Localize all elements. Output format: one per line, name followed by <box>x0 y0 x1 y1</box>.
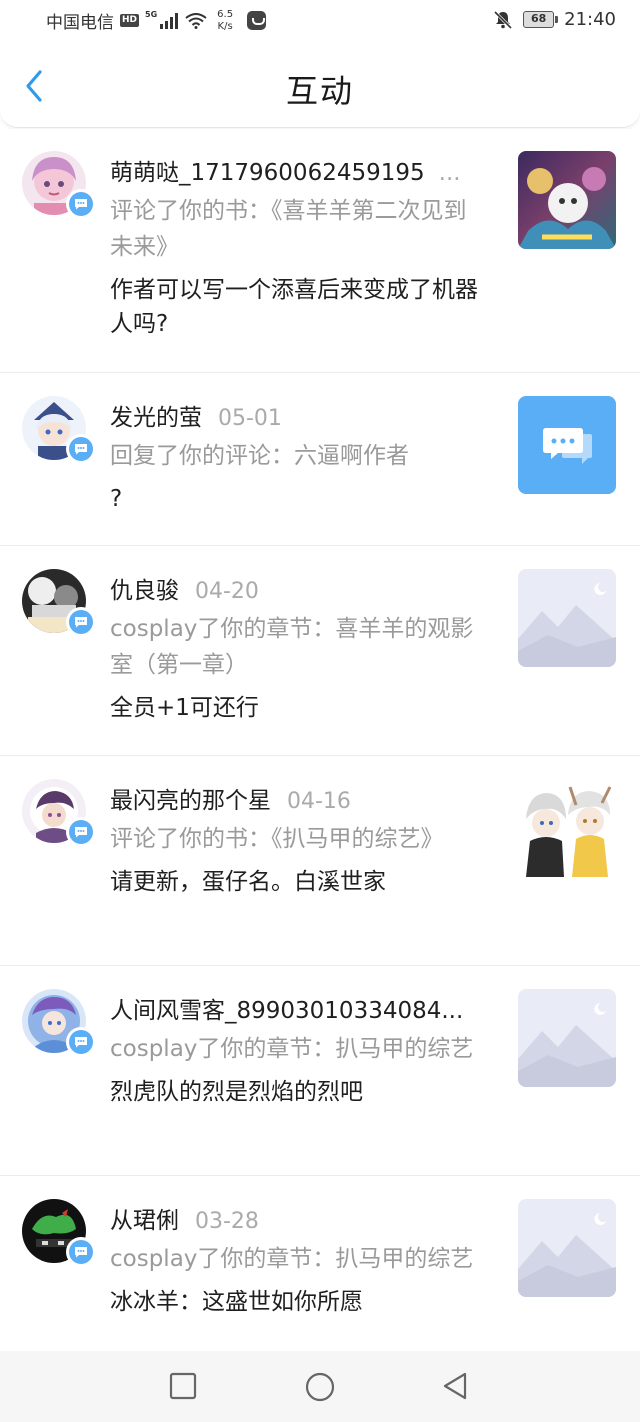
comment-icon <box>75 1037 87 1048</box>
comment-text: 请更新，蛋仔名。白溪世家 <box>110 869 386 895</box>
system-nav-bar <box>0 1351 640 1422</box>
avatar-container[interactable] <box>22 396 96 464</box>
square-icon <box>169 1372 197 1400</box>
comment-icon <box>75 1247 87 1258</box>
message-badge-dot <box>69 1030 93 1054</box>
item-content[interactable]: 发光的萤 05-01 回复了你的评论：六逼啊作者 ? <box>110 398 480 516</box>
status-right: 68 21:40 <box>493 9 616 30</box>
triangle-back-icon <box>443 1372 467 1400</box>
placeholder-mountain-image[interactable] <box>518 989 616 1087</box>
name-line: 最闪亮的那个星 04-16 <box>110 781 480 815</box>
anime-characters-image[interactable] <box>518 779 616 877</box>
action-text: 评论了你的书：《喜羊羊第二次见到未来》 <box>110 198 467 260</box>
message-badge <box>66 189 96 219</box>
list-item[interactable]: 人间风雪客_89903010334084... cosplay了你的章节：扒马甲… <box>0 967 640 1176</box>
message-badge-dot <box>69 437 93 461</box>
page-title: 互动 <box>285 72 354 110</box>
user-name[interactable]: 最闪亮的那个星 <box>110 781 271 815</box>
hd-badge: HD <box>120 14 140 27</box>
message-badge-dot <box>69 192 93 216</box>
avatar-container[interactable] <box>22 151 96 219</box>
comment-text: 作者可以写一个添喜后来变成了机器人吗? <box>110 277 478 337</box>
comment-icon <box>75 617 87 628</box>
message-badge <box>66 607 96 637</box>
system-back-button[interactable] <box>440 1371 470 1401</box>
user-name[interactable]: 萌萌哒_1717960062459195 <box>110 153 425 187</box>
name-line: 萌萌哒_1717960062459195 ... <box>110 153 480 187</box>
network-type: 5G <box>145 10 158 19</box>
speed-value: 6.5 <box>217 8 234 20</box>
network-speed: 6.5 K/s <box>217 9 233 33</box>
name-line: 仇良骏 04-20 <box>110 571 480 605</box>
message-badge <box>66 1027 96 1057</box>
comment-text: ? <box>110 486 123 512</box>
placeholder-mountain-image[interactable] <box>518 569 616 667</box>
action-text: 评论了你的书：《扒马甲的综艺》 <box>110 826 444 852</box>
page-header: 互动 <box>0 44 640 128</box>
list-item[interactable]: 发光的萤 05-01 回复了你的评论：六逼啊作者 ? <box>0 374 640 546</box>
action-text: cosplay了你的章节：扒马甲的综艺 <box>110 1036 474 1062</box>
item-content[interactable]: 萌萌哒_1717960062459195 ... 评论了你的书：《喜羊羊第二次见… <box>110 153 480 341</box>
name-line: 从珺俐 03-28 <box>110 1201 480 1235</box>
action-text: cosplay了你的章节：喜羊羊的观影室（第一章） <box>110 616 474 678</box>
message-badge-dot <box>69 1240 93 1264</box>
message-badge-dot <box>69 820 93 844</box>
carrier-name: 中国电信 <box>46 13 114 33</box>
user-name[interactable]: 仇良骏 <box>110 571 179 605</box>
item-content[interactable]: 人间风雪客_89903010334084... cosplay了你的章节：扒马甲… <box>110 991 480 1109</box>
book-cover-image[interactable] <box>518 151 616 249</box>
name-line: 人间风雪客_89903010334084... <box>110 991 480 1025</box>
interaction-list[interactable]: 萌萌哒_1717960062459195 ... 评论了你的书：《喜羊羊第二次见… <box>0 129 640 1351</box>
action-text: 回复了你的评论：六逼啊作者 <box>110 443 409 469</box>
message-badge <box>66 817 96 847</box>
status-bar: 中国电信 HD 5G 6.5 K/s 68 21:40 <box>0 0 640 44</box>
circle-icon <box>305 1372 335 1402</box>
date: 03-28 <box>195 1209 259 1234</box>
message-badge <box>66 1237 96 1267</box>
signal-icon <box>160 12 179 29</box>
avatar-container[interactable] <box>22 569 96 637</box>
clock: 21:40 <box>564 9 616 30</box>
date: 04-16 <box>287 789 351 814</box>
bell-muted-icon <box>494 10 513 29</box>
date: 04-20 <box>195 579 259 604</box>
battery-indicator: 68 <box>523 11 559 28</box>
comment-icon <box>75 199 87 210</box>
comment-text: 全员+1可还行 <box>110 695 259 721</box>
list-item[interactable]: 最闪亮的那个星 04-16 评论了你的书：《扒马甲的综艺》 请更新，蛋仔名。白溪… <box>0 757 640 966</box>
wifi-icon <box>185 12 207 29</box>
user-name[interactable]: 发光的萤 <box>110 398 202 432</box>
message-badge <box>66 434 96 464</box>
list-item[interactable]: 萌萌哒_1717960062459195 ... 评论了你的书：《喜羊羊第二次见… <box>0 129 640 373</box>
chat-bubble-icon <box>543 428 592 464</box>
user-name[interactable]: 从珺俐 <box>110 1201 179 1235</box>
overflow-ellipsis: ... <box>438 160 461 186</box>
name-line: 发光的萤 05-01 <box>110 398 480 432</box>
action-text: cosplay了你的章节：扒马甲的综艺 <box>110 1246 474 1272</box>
recents-button[interactable] <box>168 1371 198 1401</box>
home-button[interactable] <box>304 1371 335 1402</box>
user-name[interactable]: 人间风雪客_89903010334084... <box>110 991 463 1025</box>
comment-icon <box>75 827 87 838</box>
list-item[interactable]: 从珺俐 03-28 cosplay了你的章节：扒马甲的综艺 冰冰羊：这盛世如你所… <box>0 1177 640 1351</box>
item-content[interactable]: 最闪亮的那个星 04-16 评论了你的书：《扒马甲的综艺》 请更新，蛋仔名。白溪… <box>110 781 480 899</box>
status-left: 中国电信 HD 5G 6.5 K/s <box>46 8 267 33</box>
speed-unit: K/s <box>217 20 233 32</box>
date: 05-01 <box>218 406 282 431</box>
list-item[interactable]: 仇良骏 04-20 cosplay了你的章节：喜羊羊的观影室（第一章） 全员+1… <box>0 547 640 756</box>
comment-text: 冰冰羊：这盛世如你所愿 <box>110 1289 363 1315</box>
chat-bubble-thumbnail[interactable] <box>518 396 616 494</box>
app-notification-icon <box>247 11 267 30</box>
item-content[interactable]: 仇良骏 04-20 cosplay了你的章节：喜羊羊的观影室（第一章） 全员+1… <box>110 571 480 725</box>
avatar-container[interactable] <box>22 989 96 1057</box>
comment-icon <box>75 444 87 455</box>
avatar-container[interactable] <box>22 779 96 847</box>
comment-text: 烈虎队的烈是烈焰的烈吧 <box>110 1079 363 1105</box>
avatar-container[interactable] <box>22 1199 96 1267</box>
placeholder-mountain-image[interactable] <box>518 1199 616 1297</box>
message-badge-dot <box>69 610 93 634</box>
item-content[interactable]: 从珺俐 03-28 cosplay了你的章节：扒马甲的综艺 冰冰羊：这盛世如你所… <box>110 1201 480 1319</box>
